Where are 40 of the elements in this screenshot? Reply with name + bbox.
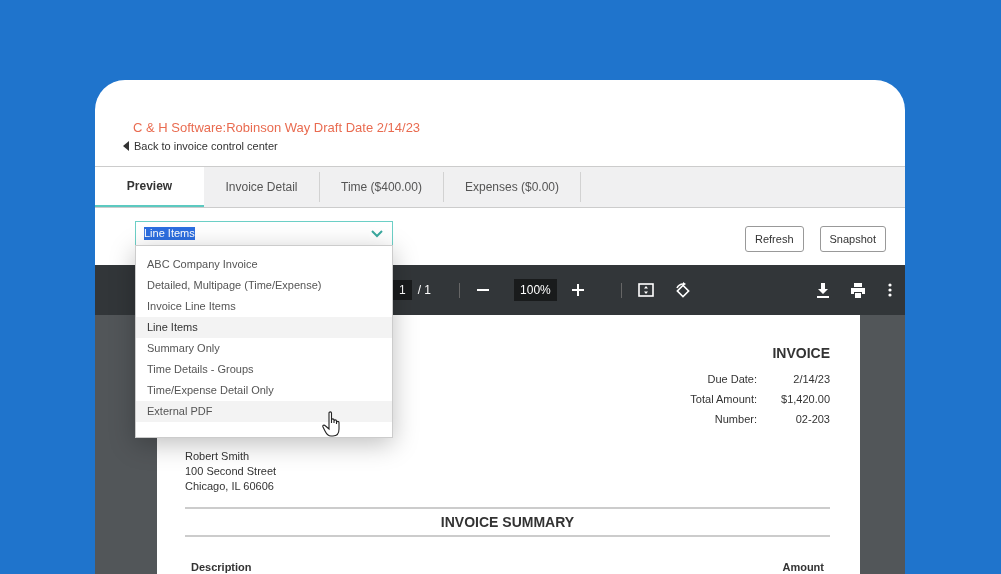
column-header: Amount: [782, 561, 824, 573]
dropdown-option[interactable]: Detailed, Multipage (Time/Expense): [136, 275, 392, 296]
rotate-icon[interactable]: [673, 281, 691, 299]
dropdown-option[interactable]: Invoice Line Items: [136, 296, 392, 317]
field-value: 02-203: [794, 412, 830, 427]
dropdown-option[interactable]: Time/Expense Detail Only: [136, 380, 392, 401]
button[interactable]: Snapshot: [819, 226, 886, 252]
page-number-field[interactable]: 1: [393, 280, 412, 300]
dropdown-option[interactable]: Summary Only: [136, 338, 392, 359]
field-label: Total Amount:: [690, 392, 757, 407]
column-header: Description: [191, 561, 252, 573]
address-line: Chicago, IL 60606: [185, 479, 275, 494]
field-value: 2/14/23: [792, 372, 830, 387]
field-label: Number:: [714, 412, 757, 427]
dropdown-option[interactable]: ABC Company Invoice: [136, 254, 392, 275]
field-value: $1,420.00: [780, 392, 830, 407]
zoom-in-icon[interactable]: [570, 283, 585, 297]
dropdown-option[interactable]: Line Items: [136, 317, 392, 338]
chevron-icon: [371, 229, 383, 238]
caret-icon: [123, 141, 129, 151]
more-icon[interactable]: [888, 283, 892, 297]
download-icon[interactable]: [816, 282, 830, 298]
tab[interactable]: Time ($400.00): [320, 172, 444, 202]
tab[interactable]: Expenses ($0.00): [444, 172, 581, 202]
tab[interactable]: Preview: [95, 167, 204, 207]
tab[interactable]: Invoice Detail: [204, 172, 320, 202]
dropdown-option[interactable]: External PDF: [136, 401, 392, 422]
zoom-field[interactable]: 100%: [514, 279, 557, 301]
invoice-heading: INVOICE: [772, 345, 830, 361]
button[interactable]: Refresh: [745, 226, 804, 252]
back-link[interactable]: Back to invoice control center: [123, 139, 278, 153]
page-total: / 1: [417, 283, 432, 297]
address-line: Robert Smith: [185, 449, 251, 464]
address-line: 100 Second Street: [185, 464, 278, 479]
fit-page-icon[interactable]: [637, 283, 654, 297]
field-label: Due Date:: [707, 372, 757, 387]
section-title: INVOICE SUMMARY: [439, 513, 576, 532]
invoice-title: C & H Software:Robinson Way Draft Date 2/14/23: [133, 120, 422, 136]
print-icon[interactable]: [850, 282, 866, 298]
dropdown-option[interactable]: Time Details - Groups: [136, 359, 392, 380]
